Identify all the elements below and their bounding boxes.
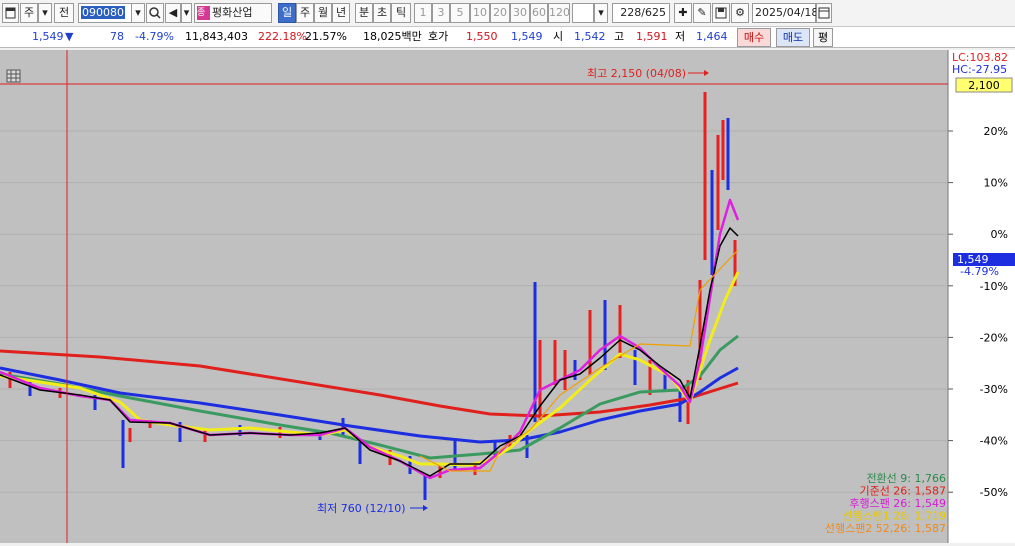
volume-ratio: 222.18% <box>258 30 307 43</box>
period-month-button[interactable]: 월 <box>314 3 332 23</box>
count-value: 228/625 <box>620 6 666 19</box>
hc-label: HC:-27.95 <box>952 63 1007 76</box>
high-annotation: 최고 2,150 (04/08) <box>587 67 686 80</box>
stock-name-field[interactable]: 종 평화산업 <box>194 3 272 23</box>
interval-60-button[interactable]: 60 <box>530 3 548 23</box>
date-input[interactable]: 2025/04/18 <box>752 3 819 23</box>
calendar-icon[interactable] <box>816 3 832 23</box>
legend-item: 선행스팬2 52,26: 1,587 <box>825 522 946 535</box>
period-tick-button[interactable]: 틱 <box>391 3 411 23</box>
bid-price: 1,549 <box>511 30 543 43</box>
count-input[interactable]: 228/625 <box>612 3 670 23</box>
change-arrow: ▼ <box>65 30 74 43</box>
legend-item: 기준선 26: 1,587 <box>859 485 946 498</box>
high-label: 고 <box>614 30 625 43</box>
chevron-down-icon[interactable]: ▾ <box>131 3 145 23</box>
legend-item: 전환선 9: 1,766 <box>866 472 946 485</box>
gear-icon[interactable]: ⚙ <box>731 3 749 23</box>
ask-price: 1,550 <box>466 30 498 43</box>
open-price: 1,542 <box>574 30 606 43</box>
y-tick-label: -20% <box>980 331 1008 344</box>
volume-value: 11,843,403 <box>185 30 248 43</box>
market-type-select[interactable]: 주 <box>20 3 38 23</box>
custom-interval-input[interactable] <box>572 3 594 23</box>
interval-3-button[interactable]: 3 <box>432 3 450 23</box>
y-tick-label: -30% <box>980 383 1008 396</box>
stock-code-value: 090080 <box>81 6 125 19</box>
stock-tag-badge: 종 <box>197 6 210 20</box>
change-value: 78 <box>110 30 124 43</box>
sound-icon[interactable]: ◀ <box>165 3 181 23</box>
open-label: 시 <box>553 30 564 43</box>
window-menu-icon[interactable] <box>2 3 19 23</box>
period-year-button[interactable]: 년 <box>332 3 350 23</box>
buy-button[interactable]: 매수 <box>737 28 771 47</box>
search-icon[interactable] <box>146 3 164 23</box>
interval-1-button[interactable]: 1 <box>414 3 432 23</box>
chevron-down-icon[interactable]: ▾ <box>38 3 52 23</box>
period-minute-button[interactable]: 분 <box>355 3 373 23</box>
current-price: 1,549 <box>32 30 64 43</box>
legend-item: 후행스팬 26: 1,549 <box>849 497 946 510</box>
market-mode-button[interactable]: 전 <box>54 3 74 23</box>
market-type-label: 주 <box>23 6 35 19</box>
period-week-button[interactable]: 주 <box>296 3 314 23</box>
chart-toolbar: 주 ▾ 전 090080 ▾ ◀ ▾ 종 평화산업 일 주 월 년 분 초 틱 1… <box>0 0 1015 27</box>
interval-30-button[interactable]: 30 <box>510 3 530 23</box>
low-price: 1,464 <box>696 30 728 43</box>
interval-5-button[interactable]: 5 <box>450 3 470 23</box>
market-mode-label: 전 <box>58 6 70 19</box>
y-tick-label: -50% <box>980 486 1008 499</box>
low-annotation: 최저 760 (12/10) <box>317 502 406 515</box>
period-day-button[interactable]: 일 <box>278 3 296 23</box>
period-second-button[interactable]: 초 <box>373 3 391 23</box>
bid-label: 호가 <box>428 30 449 43</box>
chart-canvas[interactable]: 20% 10% 0% -10% -20% -30% -40% -50% 최고 2,150 (0… <box>0 50 1015 543</box>
quote-bar: 1,549 ▼ 78 -4.79% 11,843,403 222.18% 21.… <box>0 27 1015 48</box>
interval-120-button[interactable]: 120 <box>548 3 570 23</box>
crosshair-tool-icon[interactable]: ✚ <box>674 3 692 23</box>
y-tick-label: 0% <box>991 228 1008 241</box>
price-axis-panel <box>948 50 1015 543</box>
y-tick-label: -40% <box>980 435 1008 448</box>
chevron-down-icon[interactable]: ▾ <box>594 3 608 23</box>
stock-code-input[interactable]: 090080 <box>78 3 132 23</box>
turnover-rate: 21.57% <box>305 30 347 43</box>
current-pct-tag: -4.79% <box>960 265 999 278</box>
y-tick-label: -10% <box>980 280 1008 293</box>
grid-toggle-icon[interactable] <box>6 69 21 83</box>
high-price-tag: 2,100 <box>968 79 1000 92</box>
trade-amount: 18,025백만 <box>363 30 422 43</box>
low-label: 저 <box>675 30 686 43</box>
drawing-tool-icon[interactable]: ✎ <box>693 3 711 23</box>
date-value: 2025/04/18 <box>755 6 819 19</box>
sell-button[interactable]: 매도 <box>776 28 810 47</box>
legend-item: 선행스팬1 26: 1,719 <box>842 510 946 523</box>
chevron-down-icon[interactable]: ▾ <box>181 3 192 23</box>
high-price: 1,591 <box>636 30 668 43</box>
interval-20-button[interactable]: 20 <box>490 3 510 23</box>
interval-10-button[interactable]: 10 <box>470 3 490 23</box>
price-chart[interactable]: 20% 10% 0% -10% -20% -30% -40% -50% 최고 2,150 (0… <box>0 50 1015 543</box>
y-tick-label: 20% <box>984 125 1008 138</box>
y-tick-label: 10% <box>984 177 1008 190</box>
save-icon[interactable] <box>712 3 730 23</box>
average-button[interactable]: 평 <box>813 28 833 47</box>
change-percent: -4.79% <box>135 30 174 43</box>
stock-name: 평화산업 <box>212 6 253 19</box>
